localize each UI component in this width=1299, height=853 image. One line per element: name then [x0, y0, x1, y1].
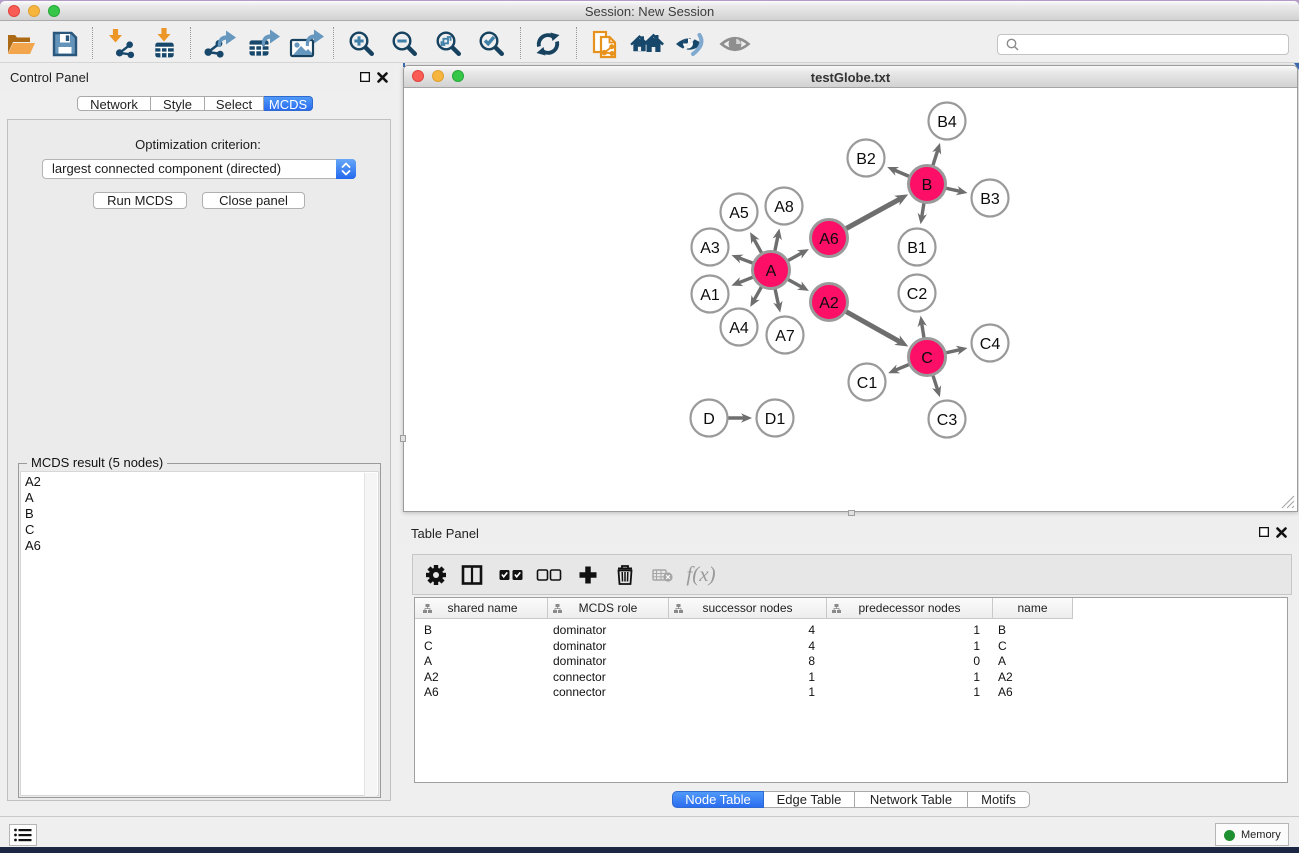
svg-text:A8: A8 [774, 199, 794, 216]
svg-text:C2: C2 [907, 286, 928, 303]
svg-text:C1: C1 [857, 375, 878, 392]
svg-text:B1: B1 [907, 240, 927, 257]
svg-text:A1: A1 [700, 287, 720, 304]
svg-text:D1: D1 [765, 411, 786, 428]
svg-text:B3: B3 [980, 191, 1000, 208]
svg-text:A6: A6 [819, 231, 839, 248]
svg-text:A: A [766, 263, 777, 280]
svg-text:A7: A7 [775, 328, 795, 345]
svg-text:A5: A5 [729, 205, 749, 222]
svg-text:C3: C3 [937, 412, 958, 429]
svg-text:A3: A3 [700, 240, 720, 257]
svg-text:A4: A4 [729, 320, 749, 337]
svg-text:f(x): f(x) [686, 562, 715, 586]
svg-text:D: D [703, 411, 715, 428]
svg-text:C: C [921, 350, 933, 367]
svg-text:B4: B4 [937, 114, 957, 131]
svg-text:B: B [922, 177, 933, 194]
svg-text:A2: A2 [819, 295, 839, 312]
svg-text:B2: B2 [856, 151, 876, 168]
svg-text:C4: C4 [980, 336, 1001, 353]
